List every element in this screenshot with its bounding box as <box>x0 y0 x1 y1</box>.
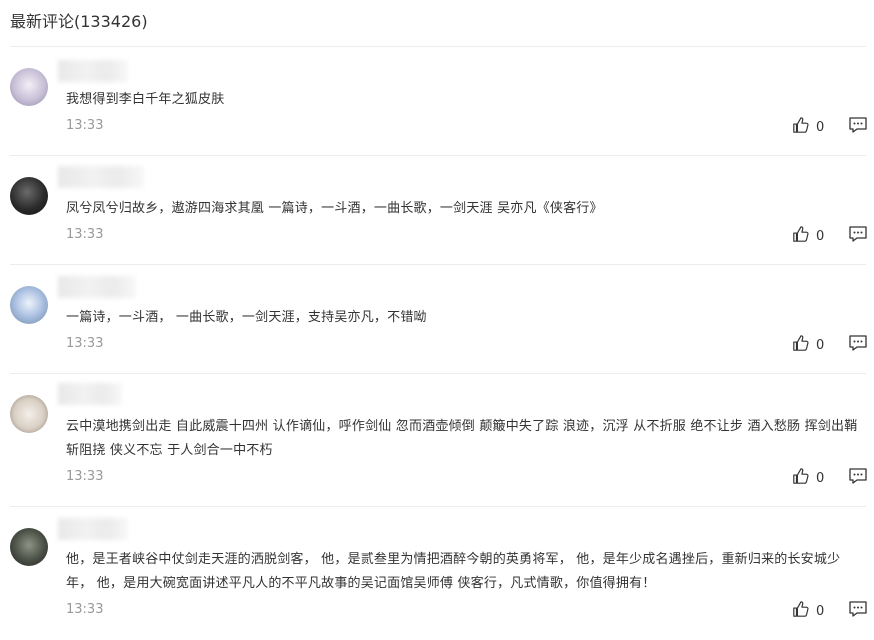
divider <box>10 506 866 507</box>
like-count: 0 <box>816 603 825 619</box>
thumbs-up-icon <box>792 225 810 247</box>
comment-text: 云中漠地携剑出走 自此威震十四州 认作谪仙，呼作剑仙 忽而酒壶倾倒 颠簸中失了踪… <box>66 419 858 458</box>
divider <box>10 264 866 265</box>
reply-button[interactable] <box>848 599 868 619</box>
comment-text: 我想得到李白千年之狐皮肤 <box>66 92 225 107</box>
comment-icon <box>848 335 868 357</box>
comment-time: 13:33 <box>66 469 104 484</box>
like-count: 0 <box>816 337 825 353</box>
username-blurred[interactable] <box>58 518 128 540</box>
username-blurred[interactable] <box>58 276 136 298</box>
avatar[interactable] <box>10 286 48 324</box>
thumbs-up-icon <box>792 467 810 489</box>
comment-time: 13:33 <box>66 602 104 617</box>
avatar[interactable] <box>10 68 48 106</box>
avatar[interactable] <box>10 395 48 433</box>
like-button[interactable]: 0 <box>792 334 824 356</box>
comment-time: 13:33 <box>66 118 104 133</box>
reply-button[interactable] <box>848 224 868 244</box>
username-blurred[interactable] <box>58 166 144 188</box>
comment-time: 13:33 <box>66 336 104 351</box>
comment-icon <box>848 468 868 490</box>
comment-text: 一篇诗，一斗酒， 一曲长歌，一剑天涯，支持吴亦凡，不错呦 <box>66 310 427 325</box>
like-count: 0 <box>816 470 825 486</box>
like-button[interactable]: 0 <box>792 600 824 622</box>
comment-text: 他，是王者峡谷中仗剑走天涯的洒脱剑客， 他，是贰叁里为情把酒醉今朝的英勇将军， … <box>66 552 841 591</box>
avatar[interactable] <box>10 528 48 566</box>
reply-button[interactable] <box>848 333 868 353</box>
comment-time: 13:33 <box>66 227 104 242</box>
comment-icon <box>848 601 868 623</box>
like-button[interactable]: 0 <box>792 467 824 489</box>
divider <box>10 373 866 374</box>
like-button[interactable]: 0 <box>792 116 824 138</box>
avatar[interactable] <box>10 177 48 215</box>
reply-button[interactable] <box>848 115 868 135</box>
comment-icon <box>848 117 868 139</box>
like-count: 0 <box>816 228 825 244</box>
reply-button[interactable] <box>848 466 868 486</box>
username-blurred[interactable] <box>58 383 122 405</box>
thumbs-up-icon <box>792 116 810 138</box>
comment-text: 凤兮凤兮归故乡，遨游四海求其凰 一篇诗，一斗酒，一曲长歌，一剑天涯 吴亦凡《侠客… <box>66 201 603 216</box>
divider <box>10 155 866 156</box>
username-blurred[interactable] <box>58 60 128 82</box>
divider <box>10 46 866 47</box>
thumbs-up-icon <box>792 600 810 622</box>
like-count: 0 <box>816 119 825 135</box>
thumbs-up-icon <box>792 334 810 356</box>
comment-icon <box>848 226 868 248</box>
like-button[interactable]: 0 <box>792 225 824 247</box>
comment-list: 我想得到李白千年之狐皮肤 13:33 0 凤兮凤兮归故乡，遨游四海求其凰 一篇诗… <box>0 0 874 640</box>
